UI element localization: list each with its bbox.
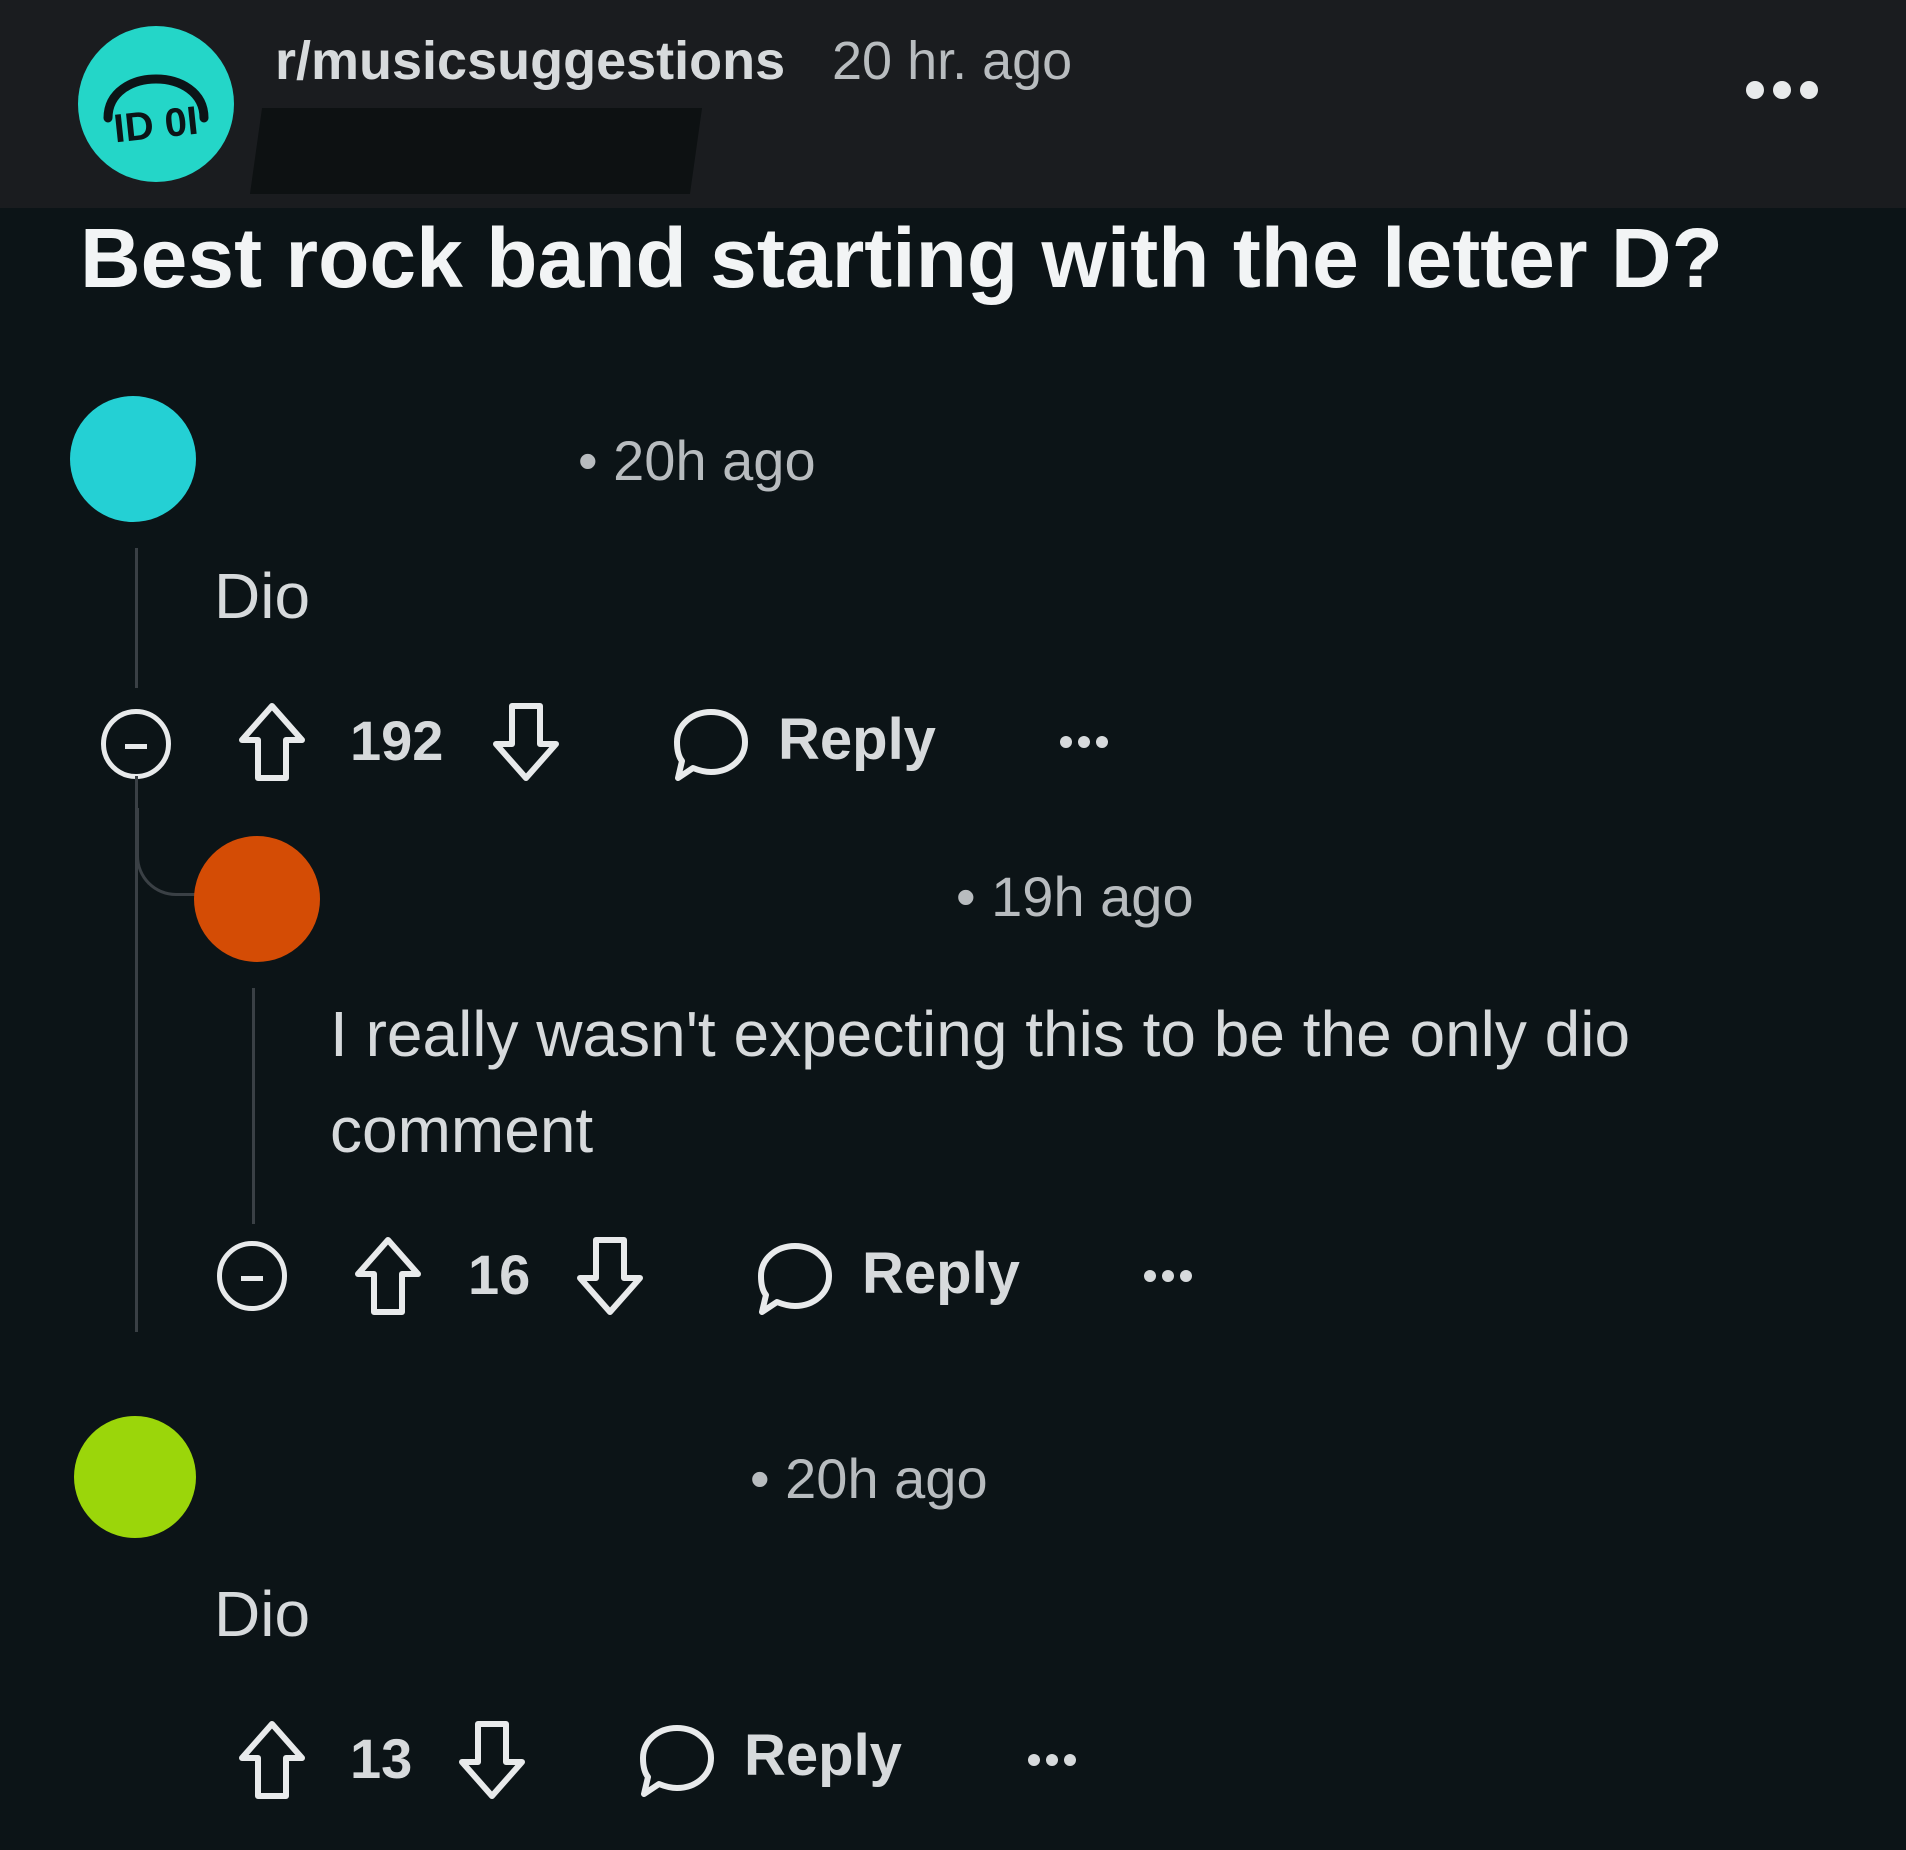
upvote-icon[interactable]	[236, 1718, 308, 1802]
comment-avatar[interactable]	[74, 1416, 196, 1538]
comment-timestamp: • 19h ago	[956, 865, 1194, 928]
downvote-icon[interactable]	[574, 1234, 646, 1318]
comment-body-line-2: comment	[330, 1094, 594, 1166]
comment-avatar[interactable]	[194, 836, 320, 962]
redacted-username	[249, 108, 703, 194]
reply-icon[interactable]	[638, 1722, 716, 1800]
post-title[interactable]: Best rock band starting with the letter …	[80, 210, 1723, 307]
comment-body: Dio	[214, 560, 311, 632]
thread-connector	[136, 808, 196, 896]
reply-button[interactable]: Reply	[744, 1722, 902, 1789]
vote-count: 192	[350, 709, 444, 772]
vote-count: 16	[468, 1243, 531, 1306]
vote-count: 13	[350, 1727, 413, 1790]
post-timestamp: 20 hr. ago	[832, 31, 1073, 91]
upvote-icon[interactable]	[352, 1234, 424, 1318]
reply-button[interactable]: Reply	[778, 706, 936, 773]
headphones-icon: ID 0I	[103, 74, 209, 152]
collapse-thread-button[interactable]	[101, 709, 171, 779]
comment-body-line-1: I really wasn't expecting this to be the…	[330, 998, 1631, 1070]
upvote-icon[interactable]	[236, 700, 308, 784]
reply-icon[interactable]	[672, 706, 750, 784]
thread-line	[252, 988, 255, 1224]
downvote-icon[interactable]	[490, 700, 562, 784]
thread-line	[135, 548, 138, 688]
reply-icon[interactable]	[756, 1240, 834, 1318]
downvote-icon[interactable]	[456, 1718, 528, 1802]
comment-options-icon[interactable]	[1058, 734, 1110, 750]
comment-timestamp: • 20h ago	[750, 1447, 988, 1510]
more-options-icon[interactable]	[1745, 78, 1819, 102]
collapse-thread-button[interactable]	[217, 1241, 287, 1311]
subreddit-name[interactable]: r/musicsuggestions	[275, 30, 785, 92]
comment-options-icon[interactable]	[1142, 1268, 1194, 1284]
comment-avatar[interactable]	[70, 396, 196, 522]
reply-button[interactable]: Reply	[862, 1240, 1020, 1307]
subreddit-avatar[interactable]: ID 0I	[78, 26, 234, 182]
comment-timestamp: • 20h ago	[578, 429, 816, 492]
comment-options-icon[interactable]	[1026, 1752, 1078, 1768]
post-header: ID 0I r/musicsuggestions 20 hr. ago	[0, 0, 1906, 208]
svg-text:ID 0I: ID 0I	[112, 99, 201, 152]
comment-body: Dio	[214, 1578, 311, 1650]
